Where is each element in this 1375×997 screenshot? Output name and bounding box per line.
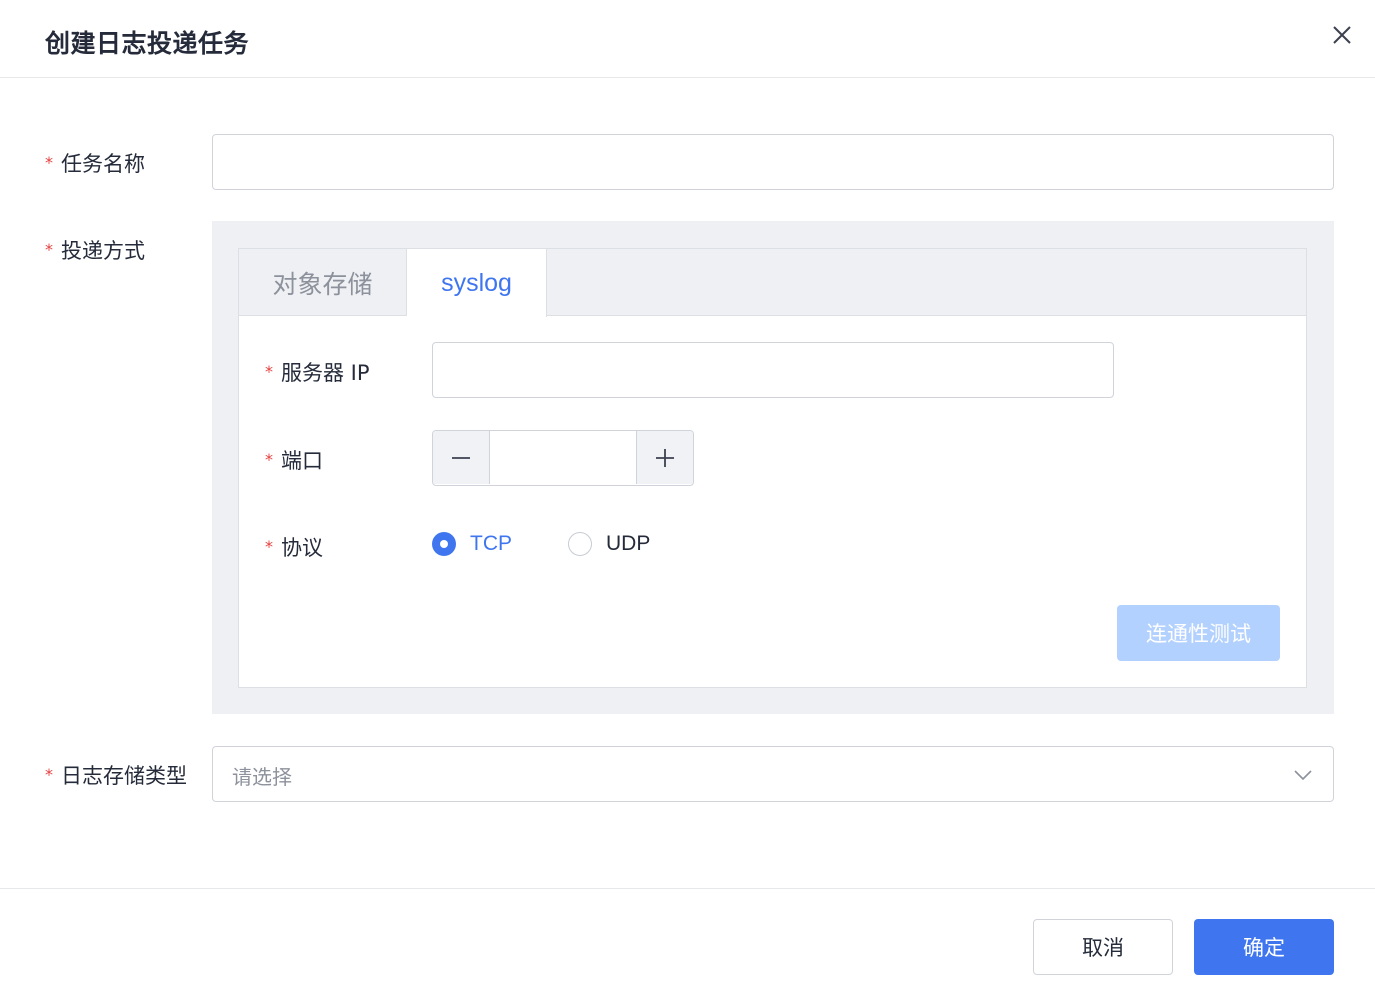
storage-type-label: * 日志存储类型 — [45, 760, 187, 790]
delivery-method-label: * 投递方式 — [45, 235, 145, 265]
dialog-header: 创建日志投递任务 — [0, 0, 1375, 78]
increment-button[interactable] — [636, 431, 693, 484]
required-mark: * — [265, 537, 273, 556]
required-mark: * — [265, 362, 273, 381]
protocol-udp-radio[interactable]: UDP — [568, 532, 650, 556]
radio-unchecked-icon — [568, 532, 592, 556]
connectivity-test-button[interactable]: 连通性测试 — [1117, 605, 1280, 661]
server-ip-label: * 服务器 IP — [265, 357, 370, 387]
required-mark: * — [45, 240, 53, 259]
required-mark: * — [265, 450, 273, 469]
cancel-button[interactable]: 取消 — [1033, 919, 1173, 975]
select-placeholder: 请选择 — [232, 765, 292, 789]
plus-icon — [656, 448, 674, 467]
tcp-label: TCP — [470, 532, 512, 555]
task-name-label: * 任务名称 — [45, 148, 145, 178]
protocol-label-text: 协议 — [281, 536, 323, 560]
port-label-text: 端口 — [281, 449, 323, 473]
port-stepper — [432, 430, 694, 486]
delivery-method-panel: 对象存储 syslog * 服务器 IP * 端口 * 协议 TCP UDP 连… — [212, 221, 1334, 714]
confirm-button[interactable]: 确定 — [1194, 919, 1334, 975]
server-ip-label-text: 服务器 IP — [281, 361, 370, 385]
protocol-label: * 协议 — [265, 532, 323, 562]
tab-object-storage[interactable]: 对象存储 — [239, 249, 407, 316]
dialog-footer: 取消 确定 — [0, 888, 1375, 997]
storage-type-select[interactable]: 请选择 — [212, 746, 1334, 802]
minus-icon — [452, 456, 470, 459]
udp-label: UDP — [606, 532, 651, 555]
close-icon[interactable] — [1329, 22, 1355, 48]
tab-bar: 对象存储 syslog — [239, 249, 1306, 317]
task-name-label-text: 任务名称 — [61, 152, 145, 176]
required-mark: * — [45, 153, 53, 172]
tab-syslog[interactable]: syslog — [407, 249, 547, 317]
create-log-delivery-dialog: 创建日志投递任务 * 任务名称 * 投递方式 对象存储 syslog * 服务器 IP — [0, 0, 1375, 997]
delivery-tabs: 对象存储 syslog * 服务器 IP * 端口 * 协议 TCP UDP 连… — [238, 248, 1307, 688]
radio-checked-icon — [432, 532, 456, 556]
dialog-title: 创建日志投递任务 — [45, 29, 250, 58]
port-label: * 端口 — [265, 445, 323, 475]
required-mark: * — [45, 765, 53, 784]
port-input[interactable] — [490, 431, 635, 484]
server-ip-input[interactable] — [432, 342, 1114, 398]
chevron-down-icon — [1294, 770, 1312, 781]
decrement-button[interactable] — [433, 431, 490, 484]
protocol-tcp-radio[interactable]: TCP — [432, 532, 512, 556]
task-name-input[interactable] — [212, 134, 1334, 190]
storage-type-label-text: 日志存储类型 — [61, 764, 187, 788]
delivery-method-label-text: 投递方式 — [61, 239, 145, 263]
